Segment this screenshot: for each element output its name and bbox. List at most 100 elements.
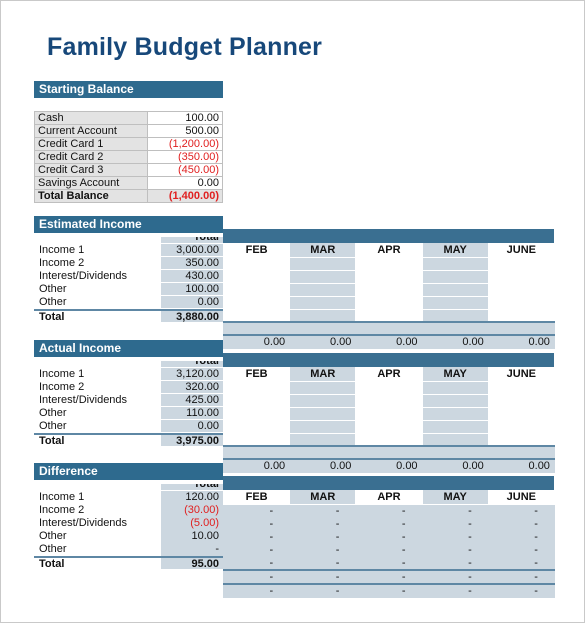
month-cell[interactable]: - (487, 516, 555, 531)
month-cell[interactable] (487, 393, 555, 408)
month-cell[interactable]: - (487, 503, 555, 518)
month-cell[interactable] (289, 295, 357, 310)
month-cell[interactable] (355, 269, 423, 284)
month-cell[interactable] (355, 256, 423, 271)
month-cell[interactable] (289, 393, 357, 408)
month-cell[interactable]: - (355, 542, 423, 557)
starting-balance-label: Cash (34, 111, 148, 125)
month-cell[interactable] (487, 256, 555, 271)
table-row: ----- (222, 516, 555, 531)
row-label: Other (39, 296, 67, 308)
month-cell[interactable] (222, 393, 291, 408)
month-cell[interactable] (487, 406, 555, 421)
month-cell[interactable] (289, 269, 357, 284)
month-header-june: JUNE (487, 243, 555, 258)
month-cell[interactable] (289, 406, 357, 421)
month-cell[interactable] (289, 282, 357, 297)
month-cell[interactable] (487, 308, 555, 323)
month-cell[interactable]: - (289, 555, 357, 570)
month-cell[interactable] (222, 282, 291, 297)
month-cell[interactable] (421, 295, 489, 310)
month-cell[interactable]: - (355, 516, 423, 531)
month-cell[interactable] (355, 419, 423, 434)
month-cell[interactable] (487, 282, 555, 297)
month-cell[interactable] (355, 282, 423, 297)
month-cell[interactable] (222, 308, 291, 323)
month-cell[interactable] (421, 432, 489, 447)
month-cell[interactable]: - (222, 555, 291, 570)
starting-balance-value: 100.00 (147, 111, 223, 125)
month-cell[interactable] (222, 406, 291, 421)
month-cell[interactable] (421, 282, 489, 297)
month-cell[interactable] (289, 308, 357, 323)
month-cell[interactable] (487, 419, 555, 434)
month-cell[interactable]: - (289, 542, 357, 557)
month-cell[interactable] (421, 419, 489, 434)
month-cell[interactable]: - (421, 555, 489, 570)
month-cell[interactable] (421, 269, 489, 284)
month-cell[interactable] (487, 380, 555, 395)
month-grand-total-cell: 0.00 (355, 458, 423, 473)
month-cell[interactable]: - (487, 529, 555, 544)
month-cell[interactable]: - (421, 516, 489, 531)
month-cell[interactable] (355, 406, 423, 421)
month-cell[interactable]: - (222, 529, 291, 544)
month-cell[interactable]: - (289, 516, 357, 531)
month-cell[interactable] (289, 380, 357, 395)
month-cell[interactable] (487, 432, 555, 447)
total-balance-label: Total Balance (34, 189, 148, 203)
month-cell[interactable]: - (421, 503, 489, 518)
month-cell[interactable]: - (355, 503, 423, 518)
total-cell-sum: 3,975.00 (161, 433, 223, 446)
month-cell[interactable] (289, 256, 357, 271)
month-cell[interactable]: - (421, 542, 489, 557)
month-cell[interactable]: - (222, 542, 291, 557)
month-cell[interactable]: - (222, 503, 291, 518)
month-cell[interactable]: - (289, 529, 357, 544)
month-cell[interactable] (355, 308, 423, 323)
month-cell[interactable] (355, 393, 423, 408)
starting-balance-label: Credit Card 3 (34, 163, 148, 177)
month-cell[interactable]: - (355, 555, 423, 570)
table-row: Current Account 500.00 (34, 124, 223, 138)
month-grand-total-cell: 0.00 (222, 334, 291, 349)
month-cell[interactable] (421, 393, 489, 408)
month-cell[interactable] (222, 419, 291, 434)
month-cell[interactable] (222, 256, 291, 271)
month-cell[interactable] (222, 380, 291, 395)
month-cell[interactable]: - (421, 529, 489, 544)
month-cell[interactable] (421, 308, 489, 323)
month-cell[interactable] (421, 380, 489, 395)
month-grand-total-cell: 0.00 (421, 334, 489, 349)
month-cell[interactable] (222, 269, 291, 284)
month-cell[interactable]: - (487, 542, 555, 557)
month-cell[interactable] (487, 295, 555, 310)
month-cell[interactable] (222, 432, 291, 447)
month-cell[interactable] (487, 269, 555, 284)
total-cell: 320.00 (161, 381, 223, 394)
row-label-total: Total (34, 309, 161, 322)
month-cell[interactable] (421, 406, 489, 421)
month-cell[interactable] (289, 432, 357, 447)
table-row: Savings Account 0.00 (34, 176, 223, 190)
month-cell[interactable]: - (487, 555, 555, 570)
month-cell[interactable] (355, 380, 423, 395)
month-header-mar: MAR (289, 490, 357, 505)
month-header-row: FEB MAR APR MAY JUNE (222, 243, 555, 258)
month-cell[interactable] (222, 295, 291, 310)
month-cell[interactable] (355, 432, 423, 447)
month-total-cell (421, 321, 489, 336)
month-cell[interactable]: - (222, 516, 291, 531)
month-cell[interactable] (355, 295, 423, 310)
month-cell[interactable]: - (355, 529, 423, 544)
month-grid-estimated-income: FEB MAR APR MAY JUNE 0.00 0.00 0.00 0.00 0.00 (222, 243, 555, 349)
month-cell[interactable] (421, 256, 489, 271)
month-cell[interactable]: - (289, 503, 357, 518)
row-label: Interest/Dividends (39, 394, 128, 406)
section-header-estimated-income: Estimated Income (34, 216, 223, 233)
month-cell[interactable] (289, 419, 357, 434)
month-total-cell (289, 321, 357, 336)
table-row (222, 432, 555, 447)
section-header-starting-balance: Starting Balance (34, 81, 223, 98)
row-label: Income 2 (39, 504, 85, 516)
